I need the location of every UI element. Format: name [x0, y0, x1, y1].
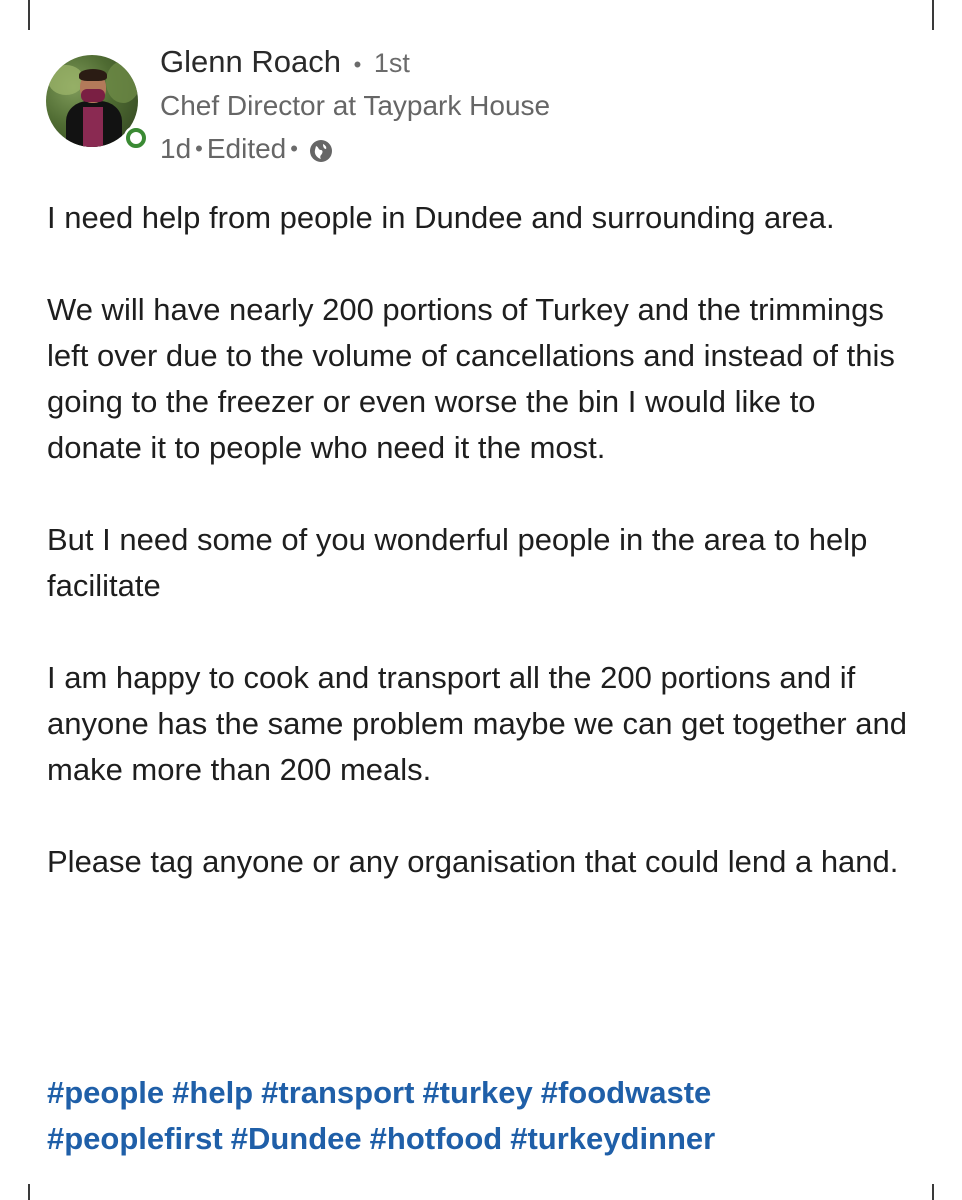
- connection-degree: 1st: [373, 48, 410, 78]
- hashtag-link[interactable]: #turkey: [422, 1075, 532, 1110]
- hashtag-link[interactable]: #turkeydinner: [510, 1121, 715, 1156]
- hashtag-link[interactable]: #Dundee: [231, 1121, 362, 1156]
- hashtag-link[interactable]: #peoplefirst: [47, 1121, 223, 1156]
- separator-dot: •: [353, 52, 362, 77]
- frame-line: [28, 1184, 30, 1200]
- post-paragraph: I need help from people in Dundee and su…: [47, 200, 835, 235]
- hashtags: #people #help #transport #turkey #foodwaste …: [47, 1070, 917, 1162]
- post-meta: 1d • Edited •: [160, 130, 334, 168]
- frame-line: [932, 0, 934, 30]
- hashtag-link[interactable]: #transport: [261, 1075, 414, 1110]
- edited-label: Edited: [206, 133, 287, 164]
- post-paragraph: But I need some of you wonderful people …: [47, 522, 876, 603]
- author-name[interactable]: Glenn Roach: [160, 44, 341, 79]
- post-paragraph: Please tag anyone or any organisation th…: [47, 844, 899, 879]
- hashtag-link[interactable]: #help: [172, 1075, 253, 1110]
- separator-dot: •: [195, 136, 203, 161]
- post-paragraph: I am happy to cook and transport all the…: [47, 660, 916, 787]
- frame-line: [932, 1184, 934, 1200]
- author-headline: Chef Director at Taypark House: [160, 90, 551, 121]
- post-paragraph: We will have nearly 200 portions of Turk…: [47, 292, 904, 465]
- separator-dot: •: [290, 136, 298, 161]
- hashtag-line: #peoplefirst #Dundee #hotfood #turkeydinner: [47, 1116, 917, 1162]
- hashtag-line: #people #help #transport #turkey #foodwaste: [47, 1070, 917, 1116]
- hashtag-link[interactable]: #hotfood: [370, 1121, 503, 1156]
- hashtag-link[interactable]: #foodwaste: [541, 1075, 712, 1110]
- post-body: I need help from people in Dundee and su…: [47, 195, 917, 931]
- author-line: Glenn Roach • 1st: [160, 42, 410, 85]
- online-status-icon: [124, 126, 146, 148]
- avatar[interactable]: [46, 55, 146, 150]
- globe-icon: [308, 136, 334, 162]
- hashtag-link[interactable]: #people: [47, 1075, 164, 1110]
- frame-line: [28, 0, 30, 30]
- post-time[interactable]: 1d: [160, 130, 191, 168]
- post-card: Glenn Roach • 1st Chef Director at Taypa…: [30, 30, 932, 1184]
